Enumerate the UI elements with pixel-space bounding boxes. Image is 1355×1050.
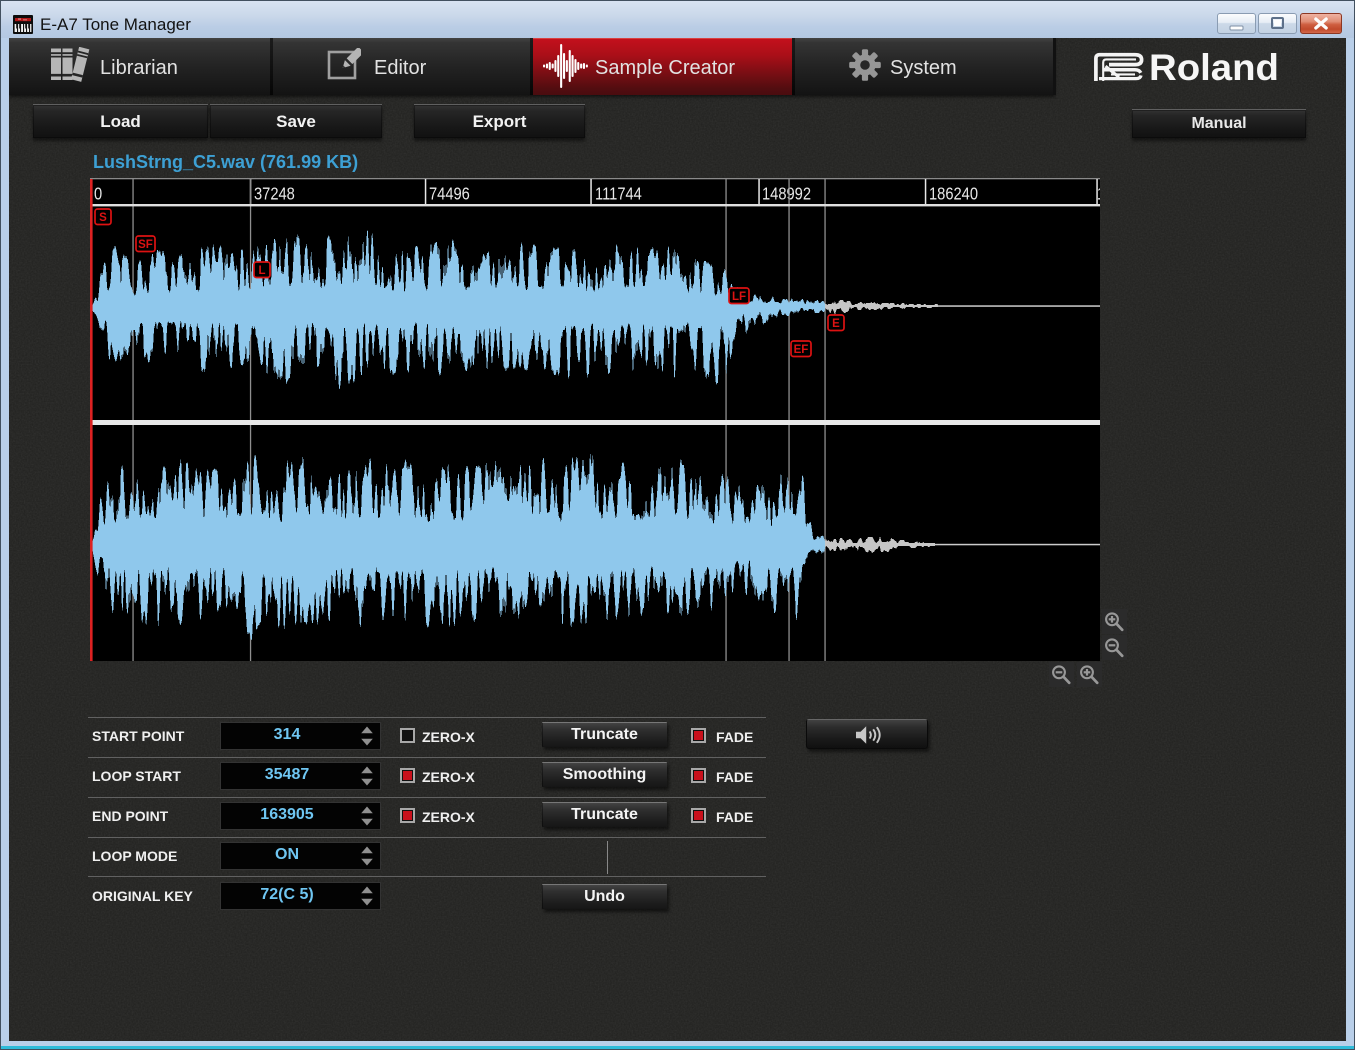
svg-text:SF: SF: [138, 239, 153, 251]
svg-text:186240: 186240: [929, 184, 978, 203]
svg-text:148992: 148992: [762, 184, 811, 203]
svg-text:L: L: [258, 265, 265, 277]
svg-text:LF: LF: [732, 291, 746, 303]
svg-text:E: E: [832, 318, 840, 330]
svg-text:1: 1: [1097, 184, 1100, 203]
svg-text:S: S: [99, 212, 107, 224]
svg-text:111744: 111744: [595, 184, 642, 203]
svg-text:EF: EF: [794, 344, 809, 356]
svg-text:0: 0: [94, 184, 102, 203]
svg-text:Roland: Roland: [1149, 51, 1279, 82]
svg-text:37248: 37248: [254, 184, 295, 203]
svg-text:74496: 74496: [429, 184, 470, 203]
